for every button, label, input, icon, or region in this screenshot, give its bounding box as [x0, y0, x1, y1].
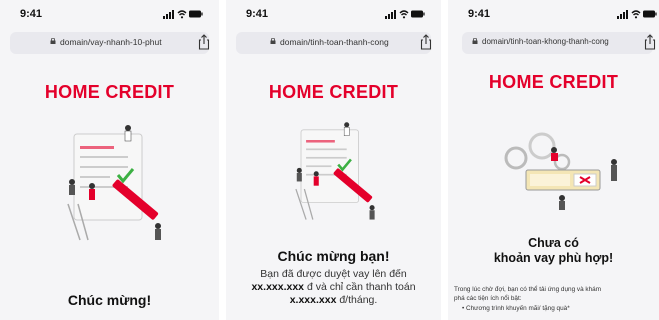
lock-icon [50, 38, 56, 44]
status-icons [617, 10, 657, 19]
status-icons [163, 10, 203, 19]
signal-icon [163, 10, 174, 19]
congrats-title: Chúc mừng! [67, 292, 152, 308]
screen-vay-nhanh: 9:41 domain/vay-nhanh-10-phut HOME CREDI… [0, 0, 219, 320]
wifi-icon [399, 10, 409, 19]
url-text: domain/vay-nhanh-10-phut [60, 37, 162, 47]
congrats-title: Chúc mừng bạn! [277, 248, 390, 264]
rejected-illustration [504, 132, 617, 210]
status-time: 9:41 [20, 8, 43, 20]
signal-icon [617, 10, 628, 19]
screen-tinh-toan-thanh-cong: 9:41 domain/tinh-toan-thanh-cong HOME CR… [226, 0, 441, 320]
battery-icon [189, 10, 203, 18]
home-credit-logo: HOME CREDIT [488, 72, 619, 92]
suggestion-line-1: Trong lúc chờ đợi, bạn có thể tải ứng dụ… [454, 286, 602, 293]
approval-line-3-text: đ/tháng. [336, 294, 378, 306]
approval-line-1: Bạn đã được duyệt vay lên đến [260, 268, 407, 280]
battery-icon [643, 10, 657, 18]
approval-line-2: xx.xxx.xxx đ và chỉ cần thanh toán [226, 281, 441, 294]
status-bar: 9:41 [226, 0, 441, 28]
no-loan-title-line-2: khoản vay phù hợp! [493, 251, 614, 265]
loan-amount: xx.xxx.xxx [251, 281, 305, 293]
approval-line-3: x.xxx.xxx đ/tháng. [226, 294, 441, 307]
benefit-item: • Chương trình khuyến mãi/ tặng quà* [462, 305, 570, 312]
address-bar[interactable]: domain/tinh-toan-thanh-cong [236, 32, 433, 54]
wifi-icon [631, 10, 641, 19]
approval-message: Bạn đã được duyệt vay lên đến xx.xxx.xxx… [226, 268, 441, 307]
monthly-amount: x.xxx.xxx [289, 294, 337, 306]
approval-illustration [295, 122, 375, 220]
share-icon[interactable] [419, 34, 433, 50]
screen-tinh-toan-khong-thanh-cong: 9:41 domain/tinh-toan-khong-thanh-cong H… [448, 0, 659, 320]
signal-icon [385, 10, 396, 19]
status-icons [385, 10, 425, 19]
no-loan-title-line-1: Chưa có [528, 236, 579, 250]
home-credit-logo: HOME CREDIT [268, 82, 399, 102]
status-bar: 9:41 [448, 0, 659, 28]
approval-illustration [67, 125, 161, 241]
approval-line-2-text: đ và chỉ cần thanh toán [304, 281, 416, 293]
status-bar: 9:41 [0, 0, 219, 28]
address-bar[interactable]: domain/tinh-toan-khong-thanh-cong [462, 32, 656, 54]
wifi-icon [177, 10, 187, 19]
url-text: domain/tinh-toan-khong-thanh-cong [482, 37, 609, 46]
share-icon[interactable] [643, 34, 657, 50]
share-icon[interactable] [197, 34, 211, 50]
url-text: domain/tinh-toan-thanh-cong [280, 37, 389, 47]
address-bar[interactable]: domain/vay-nhanh-10-phut [10, 32, 211, 54]
status-time: 9:41 [468, 8, 491, 20]
battery-icon [411, 10, 425, 18]
suggestion-text: Trong lúc chờ đợi, bạn có thể tải ứng dụ… [454, 285, 655, 303]
status-time: 9:41 [246, 8, 269, 20]
lock-icon [472, 38, 478, 44]
suggestion-line-2: phá các tiện ích nổi bật: [454, 295, 522, 302]
lock-icon [270, 38, 276, 44]
home-credit-logo: HOME CREDIT [44, 82, 175, 102]
